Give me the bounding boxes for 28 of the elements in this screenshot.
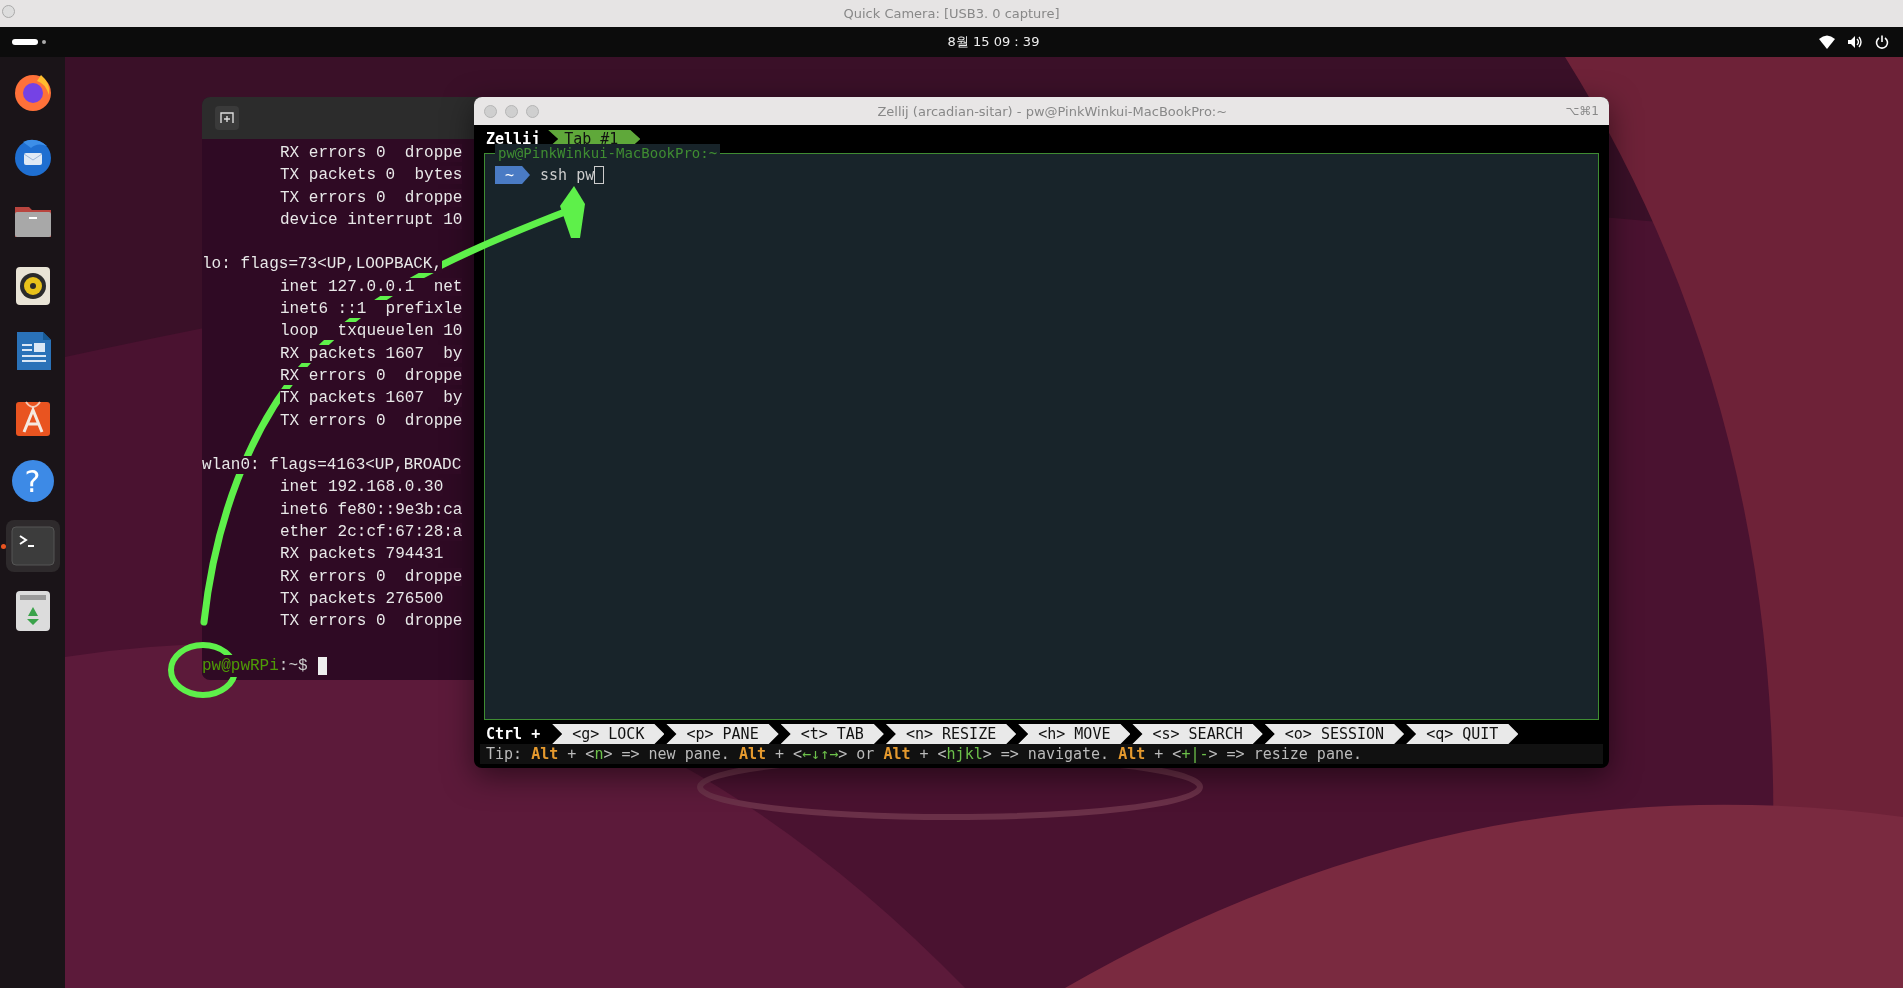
running-indicator	[0, 544, 6, 549]
command-text: ssh pw	[540, 166, 595, 184]
shortcut-key[interactable]: <o> SESSION	[1264, 724, 1405, 744]
tip-text: Tip: Alt + <n> => new pane. Alt + <←↓↑→> or Alt + <hjkl> => navigate. Alt + <+|-> => resize pane.	[480, 744, 1603, 764]
clock[interactable]: 8월 15 09 : 39	[947, 33, 1040, 51]
shortcut-key[interactable]: <n> RESIZE	[885, 724, 1017, 744]
shortcut-key[interactable]: <h> MOVE	[1018, 724, 1131, 744]
cursor	[317, 656, 327, 675]
window-title: Quick Camera: [USB3. 0 capture]	[843, 6, 1060, 21]
cursor	[594, 166, 605, 184]
shortcut-key[interactable]: <p> PANE	[666, 724, 779, 744]
shortcut-label: ⌥⌘1	[1565, 104, 1599, 118]
shortcut-key[interactable]: <q> QUIT	[1406, 724, 1519, 744]
prompt-directory: ~	[495, 166, 531, 184]
wifi-icon[interactable]	[1819, 35, 1835, 49]
new-tab-icon[interactable]	[215, 106, 239, 130]
modifier-label: Ctrl +	[485, 725, 542, 743]
power-icon[interactable]	[1875, 35, 1889, 49]
volume-icon[interactable]	[1847, 35, 1863, 49]
terminal-icon[interactable]	[10, 526, 55, 566]
window-title: Zellij (arcadian-sitar) - pw@PinkWinkui-MacBookPro:~	[876, 103, 1229, 119]
shortcut-key[interactable]: <t> TAB	[780, 724, 884, 744]
pane-title: pw@PinkWinkui-MacBookPro:~	[495, 144, 721, 162]
shortcut-key[interactable]: <g> LOCK	[552, 724, 665, 744]
shortcut-key[interactable]: <s> SEARCH	[1132, 724, 1263, 744]
workspace-indicator[interactable]	[12, 38, 48, 46]
help-icon[interactable]: ?	[11, 460, 54, 502]
prompt-user-host: pw@pwRPi	[202, 654, 279, 678]
